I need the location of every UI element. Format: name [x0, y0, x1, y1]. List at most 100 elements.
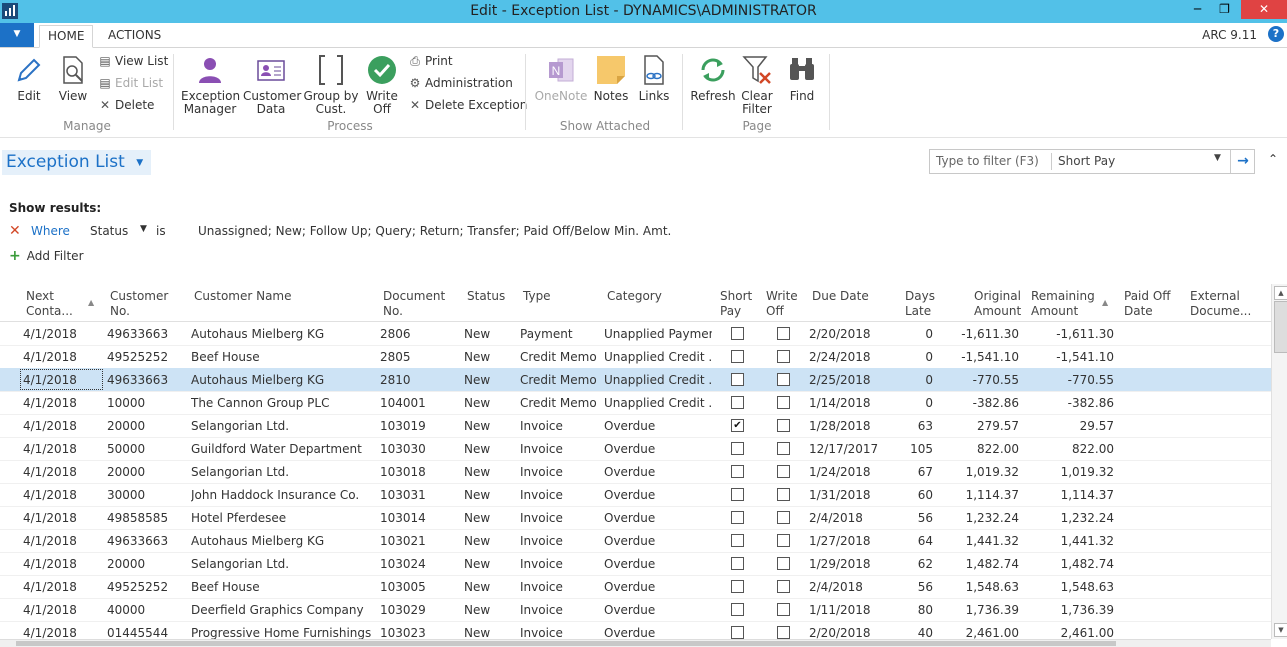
write-off-checkbox[interactable] [777, 419, 790, 432]
cell-category[interactable]: Unapplied Payment [604, 327, 712, 341]
onenote-button[interactable]: N OneNote [534, 54, 588, 103]
cell-type[interactable]: Invoice [520, 488, 600, 502]
write-off-checkbox[interactable] [777, 327, 790, 340]
short-pay-checkbox[interactable] [731, 442, 744, 455]
cell-type[interactable]: Invoice [520, 557, 600, 571]
column-header-type[interactable]: Type [523, 289, 551, 304]
cell-status[interactable]: New [464, 442, 514, 456]
write-off-checkbox[interactable] [777, 534, 790, 547]
cell-original-amount[interactable]: 1,019.32 [940, 465, 1019, 479]
cell-days-late[interactable]: 0 [880, 373, 933, 387]
cell-next-contact[interactable]: 4/1/2018 [23, 488, 93, 502]
cell-days-late[interactable]: 56 [880, 511, 933, 525]
write-off-checkbox[interactable] [777, 511, 790, 524]
cell-remaining-amount[interactable]: -1,541.10 [1030, 350, 1114, 364]
table-row[interactable]: 4/1/2018 30000 John Haddock Insurance Co. 1… [0, 483, 1271, 507]
cell-remaining-amount[interactable]: 1,232.24 [1030, 511, 1114, 525]
view-button[interactable]: View [56, 54, 90, 103]
cell-due-date[interactable]: 1/31/2018 [809, 488, 889, 502]
delete-exception-button[interactable]: ✕ Delete Exception [408, 96, 527, 114]
cell-remaining-amount[interactable]: 1,114.37 [1030, 488, 1114, 502]
short-pay-checkbox[interactable] [731, 327, 744, 340]
cell-customer-no[interactable]: 49633663 [107, 373, 182, 387]
cell-customer-name[interactable]: Selangorian Ltd. [191, 419, 376, 433]
cell-type[interactable]: Credit Memo [520, 350, 600, 364]
table-row[interactable]: 4/1/2018 49525252 Beef House 2805 New Credit … [0, 345, 1271, 369]
scroll-thumb[interactable] [1274, 301, 1287, 353]
minimize-button[interactable]: ─ [1184, 0, 1211, 19]
cell-original-amount[interactable]: 1,114.37 [940, 488, 1019, 502]
cell-document-no[interactable]: 103014 [380, 511, 455, 525]
cell-next-contact[interactable]: 4/1/2018 [23, 419, 93, 433]
cell-remaining-amount[interactable]: 822.00 [1030, 442, 1114, 456]
view-list-button[interactable]: ▤ View List [98, 52, 168, 70]
cell-category[interactable]: Overdue [604, 603, 712, 617]
cell-customer-no[interactable]: 30000 [107, 488, 182, 502]
cell-category[interactable]: Overdue [604, 557, 712, 571]
write-off-checkbox[interactable] [777, 488, 790, 501]
cell-next-contact[interactable]: 4/1/2018 [23, 350, 93, 364]
cell-due-date[interactable]: 2/24/2018 [809, 350, 889, 364]
cell-customer-name[interactable]: Autohaus Mielberg KG [191, 327, 376, 341]
column-header-write-off[interactable]: Write Off [766, 289, 798, 319]
cell-due-date[interactable]: 2/20/2018 [809, 626, 889, 640]
cell-days-late[interactable]: 105 [880, 442, 933, 456]
cell-customer-name[interactable]: John Haddock Insurance Co. [191, 488, 376, 502]
cell-remaining-amount[interactable]: 29.57 [1030, 419, 1114, 433]
write-off-checkbox[interactable] [777, 603, 790, 616]
cell-document-no[interactable]: 103023 [380, 626, 455, 640]
cell-next-contact[interactable]: 4/1/2018 [23, 373, 93, 387]
cell-type[interactable]: Invoice [520, 580, 600, 594]
table-row[interactable]: 4/1/2018 40000 Deerfield Graphics Company 1… [0, 598, 1271, 622]
cell-customer-no[interactable]: 10000 [107, 396, 182, 410]
cell-remaining-amount[interactable]: 1,736.39 [1030, 603, 1114, 617]
cell-document-no[interactable]: 103021 [380, 534, 455, 548]
cell-document-no[interactable]: 103005 [380, 580, 455, 594]
column-header-remaining-amount[interactable]: Remaining Amount [1031, 289, 1095, 319]
short-pay-checkbox[interactable] [731, 626, 744, 639]
filter-field-select[interactable]: Short Pay [1058, 154, 1115, 168]
cell-customer-name[interactable]: Autohaus Mielberg KG [191, 373, 376, 387]
short-pay-checkbox[interactable] [731, 373, 744, 386]
cell-status[interactable]: New [464, 419, 514, 433]
cell-customer-name[interactable]: The Cannon Group PLC [191, 396, 376, 410]
short-pay-checkbox[interactable] [731, 396, 744, 409]
cell-category[interactable]: Overdue [604, 534, 712, 548]
cell-type[interactable]: Invoice [520, 626, 600, 640]
cell-remaining-amount[interactable]: -770.55 [1030, 373, 1114, 387]
scroll-up-icon[interactable]: ▲ [1274, 286, 1287, 300]
cell-remaining-amount[interactable]: 1,548.63 [1030, 580, 1114, 594]
administration-button[interactable]: ⚙ Administration [408, 74, 513, 92]
cell-days-late[interactable]: 63 [880, 419, 933, 433]
cell-status[interactable]: New [464, 511, 514, 525]
column-header-days-late[interactable]: Days Late [905, 289, 935, 319]
short-pay-checkbox[interactable]: ✔ [731, 419, 744, 432]
chevron-down-icon[interactable]: ▼ [1214, 153, 1221, 163]
cell-days-late[interactable]: 60 [880, 488, 933, 502]
cell-document-no[interactable]: 103024 [380, 557, 455, 571]
short-pay-checkbox[interactable] [731, 488, 744, 501]
filter-input[interactable]: Type to filter (F3) [936, 154, 1039, 168]
cell-next-contact[interactable]: 4/1/2018 [23, 534, 93, 548]
column-header-status[interactable]: Status [467, 289, 505, 304]
cell-original-amount[interactable]: 822.00 [940, 442, 1019, 456]
cell-days-late[interactable]: 0 [880, 350, 933, 364]
cell-category[interactable]: Overdue [604, 511, 712, 525]
cell-due-date[interactable]: 1/28/2018 [809, 419, 889, 433]
short-pay-checkbox[interactable] [731, 511, 744, 524]
cell-type[interactable]: Invoice [520, 603, 600, 617]
column-header-document-no[interactable]: Document No. [383, 289, 445, 319]
cell-category[interactable]: Unapplied Credit ... [604, 373, 712, 387]
cell-days-late[interactable]: 0 [880, 396, 933, 410]
cell-customer-name[interactable]: Beef House [191, 580, 376, 594]
cell-document-no[interactable]: 103031 [380, 488, 455, 502]
close-button[interactable]: ✕ [1241, 0, 1287, 19]
cell-category[interactable]: Unapplied Credit ... [604, 350, 712, 364]
cell-customer-no[interactable]: 49633663 [107, 534, 182, 548]
cell-original-amount[interactable]: 1,482.74 [940, 557, 1019, 571]
cell-original-amount[interactable]: -382.86 [940, 396, 1019, 410]
column-header-external-doc[interactable]: External Docume... [1190, 289, 1251, 319]
cell-next-contact[interactable]: 4/1/2018 [23, 442, 93, 456]
table-row[interactable]: 4/1/2018 20000 Selangorian Ltd. 103018 New In… [0, 460, 1271, 484]
cell-category[interactable]: Overdue [604, 465, 712, 479]
